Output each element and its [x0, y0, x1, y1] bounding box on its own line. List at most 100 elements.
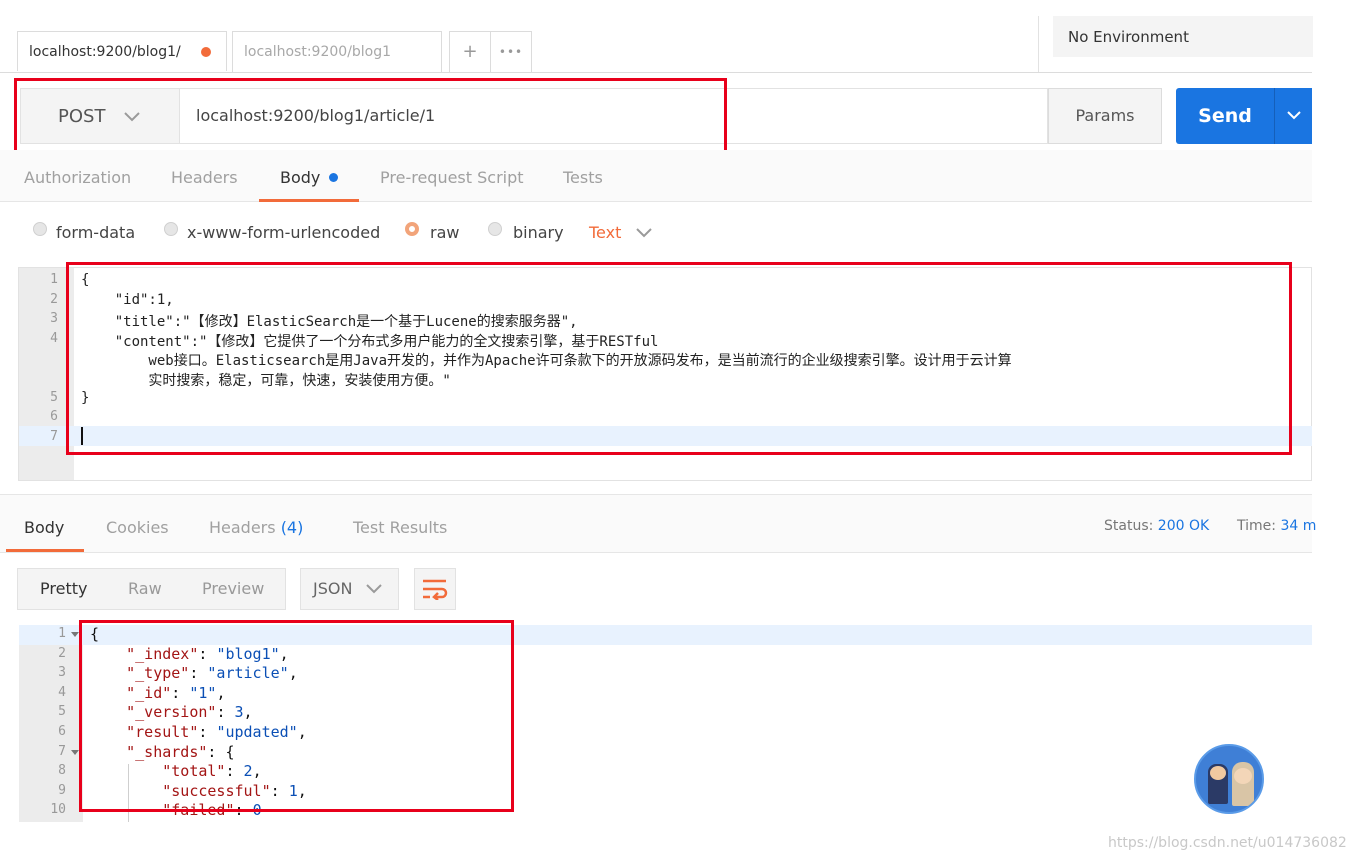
- more-tabs-button[interactable]: •••: [490, 31, 532, 72]
- tab-pre-request-script[interactable]: Pre-request Script: [380, 168, 524, 187]
- response-line-highlight: [19, 625, 1312, 645]
- tab-body[interactable]: Body: [280, 168, 339, 187]
- chevron-down-icon: [636, 228, 653, 238]
- body-format-select[interactable]: Text: [589, 223, 653, 242]
- view-pretty-button[interactable]: Pretty: [40, 568, 87, 610]
- environment-label: No Environment: [1068, 28, 1189, 46]
- fold-arrow-icon: [71, 632, 79, 637]
- new-tab-button[interactable]: +: [449, 31, 491, 72]
- code-line: "id":1,: [81, 291, 174, 308]
- environment-select[interactable]: No Environment: [1053, 16, 1313, 57]
- avatar[interactable]: [1194, 744, 1264, 814]
- response-tab-cookies[interactable]: Cookies: [106, 518, 169, 537]
- fold-arrow-icon: [71, 750, 79, 755]
- line-number: 10: [50, 802, 66, 818]
- tab-tests[interactable]: Tests: [563, 168, 603, 187]
- tab-headers[interactable]: Headers: [171, 168, 238, 187]
- response-tab-underline: [6, 549, 84, 552]
- time-label: Time:: [1237, 518, 1276, 534]
- current-line-highlight: [19, 426, 1312, 446]
- json-line: "_id": "1",: [126, 683, 226, 702]
- chevron-down-icon: [1286, 111, 1301, 120]
- tab-active[interactable]: localhost:9200/blog1/: [17, 31, 227, 72]
- json-line: "_version": 3,: [126, 703, 253, 722]
- tab-body-underline: [259, 199, 359, 202]
- avatar-face-left: [1210, 766, 1226, 780]
- url-input[interactable]: localhost:9200/blog1/article/1: [180, 88, 1048, 144]
- radio-form-data[interactable]: [33, 222, 47, 236]
- tab-body-label: Body: [280, 168, 321, 187]
- params-button[interactable]: Params: [1048, 88, 1162, 144]
- ellipsis-icon: •••: [498, 45, 524, 59]
- line-number: 9: [58, 782, 66, 798]
- line-number: 2: [50, 291, 58, 307]
- status-readout: Status: 200 OK: [1104, 518, 1209, 534]
- urlencoded-label: x-www-form-urlencoded: [187, 223, 381, 242]
- json-line: "result": "updated",: [126, 723, 307, 741]
- binary-label: binary: [513, 223, 564, 242]
- code-line: "content":"【修改】它提供了一个分布式多用户能力的全文搜索引擎，基于R…: [81, 333, 659, 350]
- json-line: "total": 2,: [162, 762, 262, 781]
- json-line: "_index": "blog1",: [126, 644, 289, 663]
- line-number: 3: [50, 311, 58, 327]
- env-divider: [1038, 16, 1039, 72]
- response-format-select[interactable]: JSON: [300, 568, 399, 610]
- json-line: "_type": "article",: [126, 664, 298, 683]
- url-text: localhost:9200/blog1/article/1: [196, 106, 436, 125]
- code-line: }: [81, 389, 90, 406]
- line-number: 1: [58, 626, 66, 641]
- tab-inactive[interactable]: localhost:9200/blog1: [232, 31, 442, 72]
- status-value: 200 OK: [1157, 518, 1210, 534]
- chevron-down-icon: [124, 112, 140, 122]
- line-number: 3: [58, 665, 66, 681]
- plus-icon: +: [462, 41, 478, 62]
- wrap-lines-button[interactable]: [414, 568, 456, 610]
- json-line: {: [90, 625, 100, 643]
- method-select[interactable]: POST: [20, 88, 180, 144]
- tab-authorization[interactable]: Authorization: [24, 168, 131, 187]
- line-number: 6: [50, 409, 58, 425]
- text-cursor: [81, 427, 83, 445]
- response-tab-test-results[interactable]: Test Results: [353, 518, 447, 537]
- line-number: 2: [58, 645, 66, 661]
- json-line: "failed": 0: [162, 801, 262, 820]
- view-raw-button[interactable]: Raw: [128, 568, 162, 610]
- raw-label: raw: [430, 223, 460, 242]
- line-number: 6: [58, 724, 66, 739]
- status-label: Status:: [1104, 518, 1154, 534]
- headers-label: Headers: [209, 518, 276, 537]
- view-preview-button[interactable]: Preview: [202, 568, 264, 610]
- response-tab-body[interactable]: Body: [24, 518, 64, 537]
- time-readout: Time: 34 m: [1237, 518, 1316, 534]
- send-button[interactable]: Send: [1176, 88, 1274, 144]
- response-format-label: JSON: [313, 579, 353, 598]
- headers-count: (4): [280, 518, 304, 537]
- body-format-label: Text: [589, 223, 622, 242]
- radio-urlencoded[interactable]: [164, 222, 178, 236]
- line-number: 4: [50, 330, 58, 346]
- json-line: "_shards": {: [126, 742, 235, 761]
- code-line: {: [81, 272, 90, 288]
- tab-label: localhost:9200/blog1/: [29, 44, 181, 60]
- unsaved-dot-icon: [201, 47, 211, 57]
- line-number: 5: [50, 389, 58, 405]
- line-number: 1: [50, 272, 58, 287]
- code-line: web接口。Elasticsearch是用Java开发的，并作为Apache许可…: [81, 353, 1012, 370]
- tabbar-divider: [0, 72, 1312, 73]
- send-options-button[interactable]: [1274, 88, 1312, 144]
- watermark: https://blog.csdn.net/u014736082: [1108, 835, 1347, 851]
- radio-binary[interactable]: [488, 222, 502, 236]
- form-data-label: form-data: [56, 223, 136, 242]
- time-value: 34 m: [1280, 518, 1317, 534]
- radio-raw[interactable]: [405, 222, 419, 236]
- line-number: 8: [58, 763, 66, 779]
- code-line: 实时搜索，稳定，可靠，快速，安装使用方便。": [81, 373, 451, 389]
- code-line: "title":"【修改】ElasticSearch是一个基于Lucene的搜索…: [81, 314, 578, 331]
- response-tab-headers[interactable]: Headers (4): [209, 518, 303, 537]
- line-number: 4: [58, 684, 66, 700]
- chevron-down-icon: [365, 584, 382, 594]
- params-label: Params: [1075, 106, 1135, 125]
- active-dot-icon: [329, 173, 339, 182]
- send-label: Send: [1198, 105, 1252, 127]
- tab-label: localhost:9200/blog1: [244, 44, 392, 60]
